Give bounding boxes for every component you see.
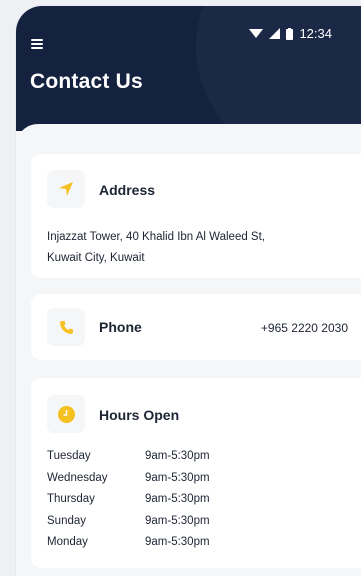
signal-icon xyxy=(269,28,281,39)
phone-number[interactable]: +965 2220 2030 xyxy=(261,321,348,335)
hours-day: Sunday xyxy=(47,514,87,527)
address-line-2: Kuwait City, Kuwait xyxy=(47,252,145,264)
hours-day: Thursday xyxy=(47,493,95,505)
header-decoration xyxy=(196,6,361,131)
hours-time: 9am-5:30pm xyxy=(145,536,210,548)
phone-screen: 12:34 Contact Us Address Injazzat Tower,… xyxy=(16,6,361,576)
hours-row: Monday 9am-5:30pm xyxy=(47,536,210,558)
status-bar: 12:34 xyxy=(249,26,332,41)
phone-card[interactable]: Phone +965 2220 2030 xyxy=(31,294,361,360)
hours-row: Sunday 9am-5:30pm xyxy=(47,515,210,537)
hours-card: Hours Open Tuesday 9am-5:30pm Wednesday … xyxy=(31,378,361,568)
app-header: 12:34 Contact Us xyxy=(16,6,361,131)
address-card: Address Injazzat Tower, 40 Khalid Ibn Al… xyxy=(31,154,361,278)
content-sheet: Address Injazzat Tower, 40 Khalid Ibn Al… xyxy=(16,124,361,576)
hours-day: Tuesday xyxy=(47,450,91,462)
battery-icon xyxy=(286,27,294,40)
clock-icon xyxy=(57,405,75,423)
wifi-icon xyxy=(249,29,264,38)
hours-row: Tuesday 9am-5:30pm xyxy=(47,450,210,472)
phone-icon xyxy=(59,320,73,334)
phone-icon-box xyxy=(47,308,85,346)
hours-time: 9am-5:30pm xyxy=(145,514,210,527)
hours-time: 9am-5:30pm xyxy=(145,450,210,462)
status-time: 12:34 xyxy=(299,26,332,41)
hours-title: Hours Open xyxy=(99,407,180,423)
hours-row: Thursday 9am-5:30pm xyxy=(47,493,210,515)
page-title: Contact Us xyxy=(30,70,143,93)
hours-day: Wednesday xyxy=(47,471,108,484)
hours-day: Monday xyxy=(47,536,88,548)
phone-title: Phone xyxy=(99,319,142,335)
address-title: Address xyxy=(99,182,156,198)
address-line-1: Injazzat Tower, 40 Khalid Ibn Al Waleed … xyxy=(47,231,265,243)
hours-list: Tuesday 9am-5:30pm Wednesday 9am-5:30pm … xyxy=(47,450,210,558)
hours-time: 9am-5:30pm xyxy=(145,493,210,505)
hours-row: Wednesday 9am-5:30pm xyxy=(47,472,210,494)
hours-icon-box xyxy=(47,395,85,433)
navigation-arrow-icon xyxy=(59,182,73,196)
menu-icon[interactable] xyxy=(31,39,43,49)
hours-time: 9am-5:30pm xyxy=(145,471,210,484)
address-icon-box xyxy=(47,170,85,208)
address-text: Injazzat Tower, 40 Khalid Ibn Al Waleed … xyxy=(47,227,347,269)
